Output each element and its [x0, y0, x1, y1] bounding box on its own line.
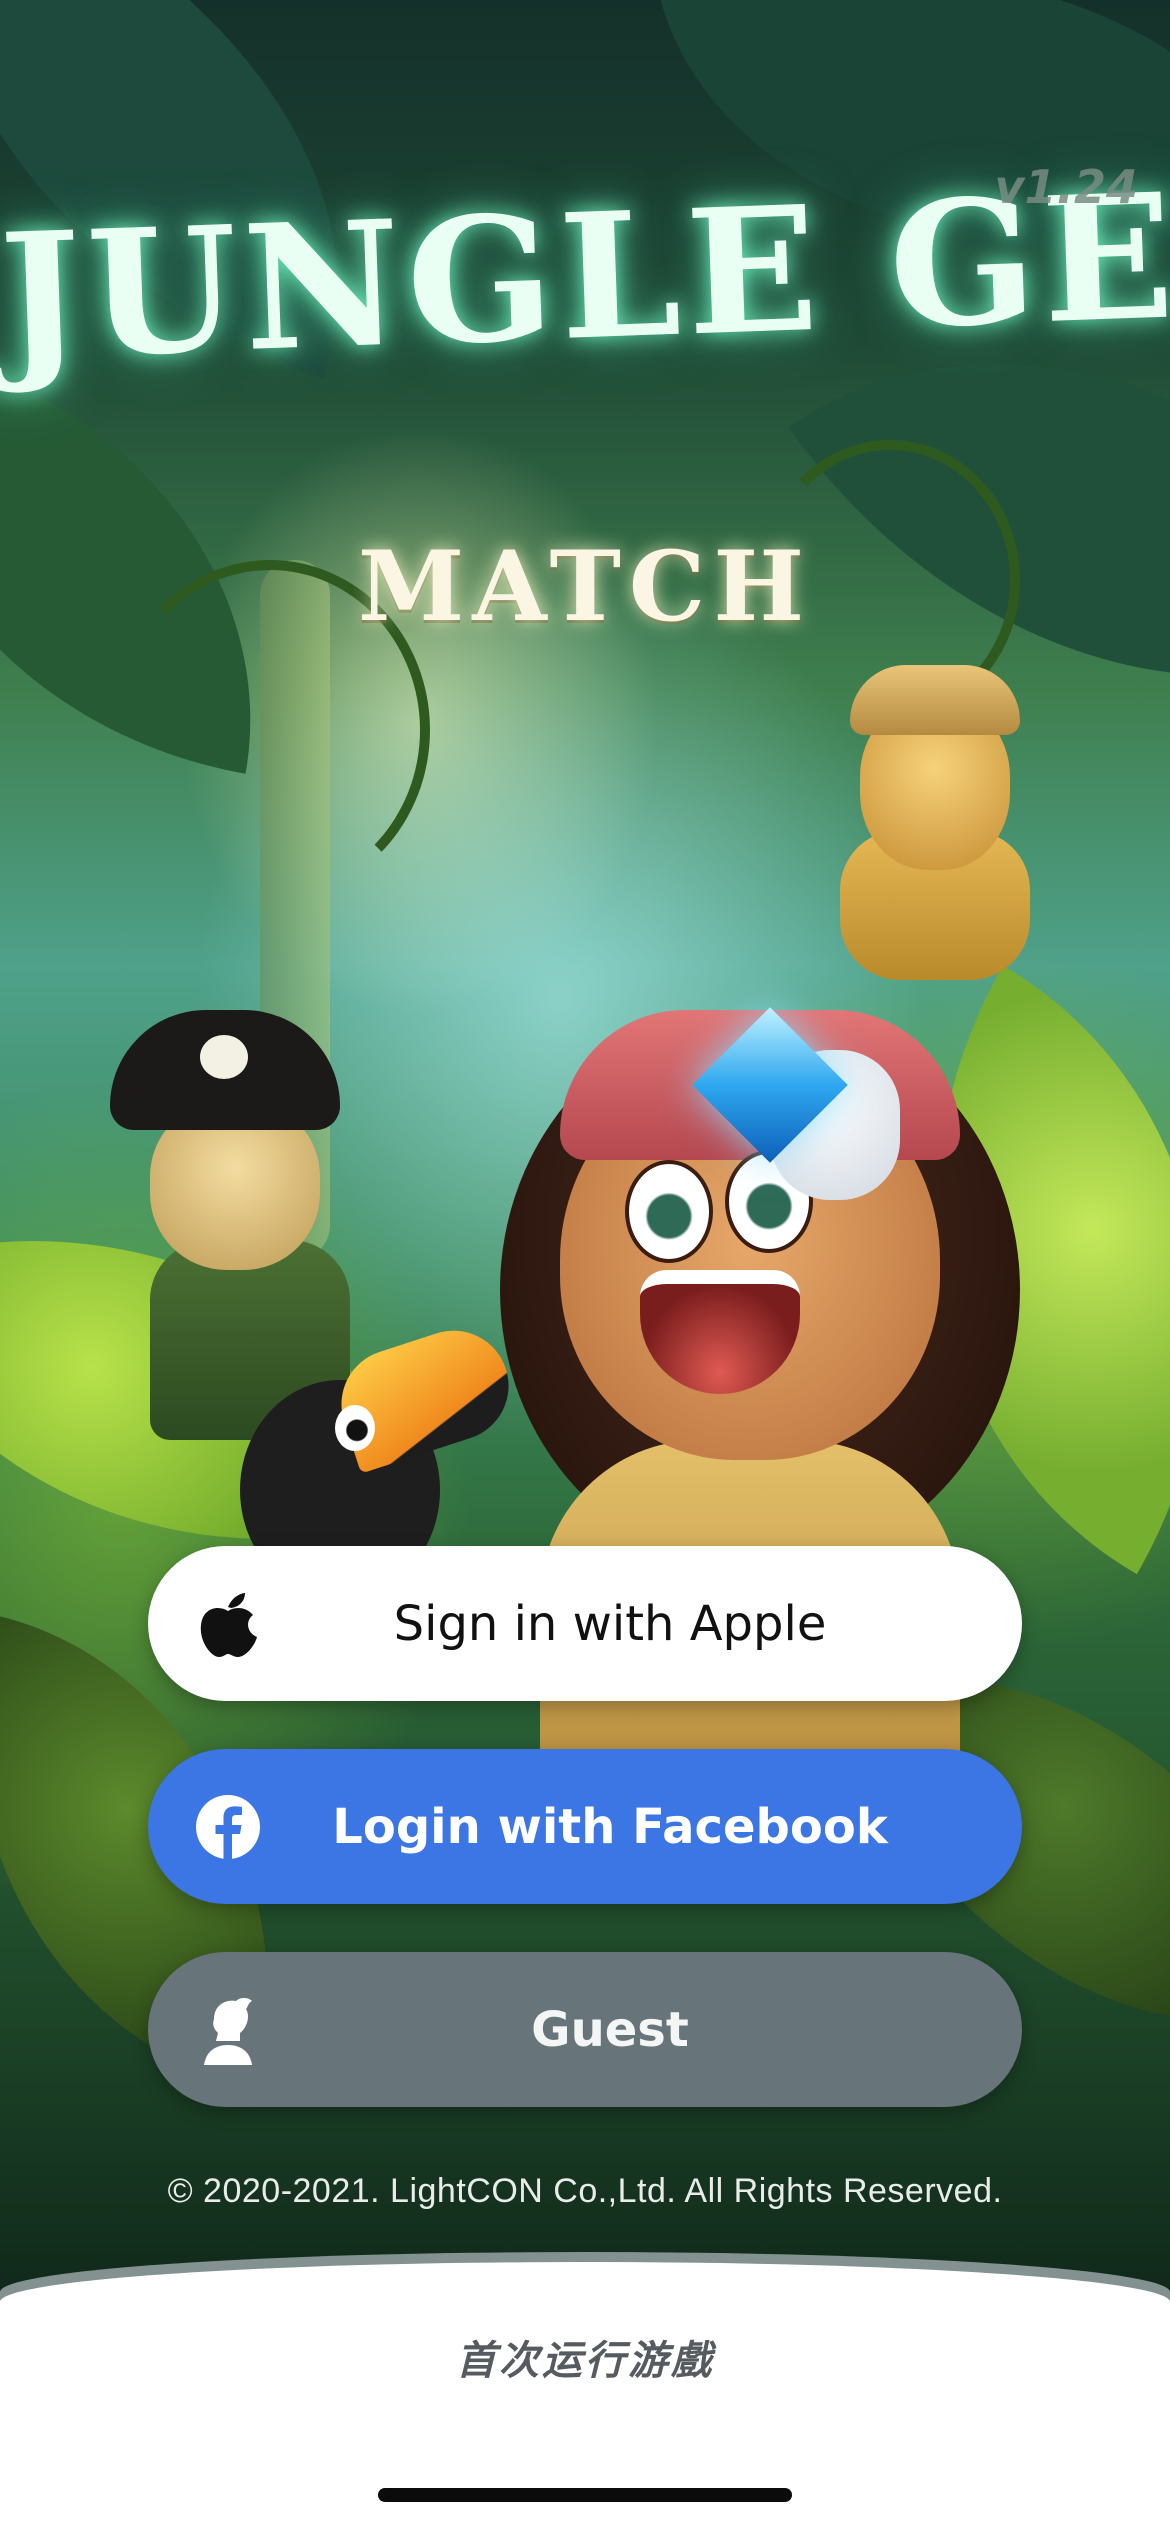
guest-login-button[interactable]: Guest — [148, 1952, 1022, 2107]
guest-silhouette-icon — [193, 1995, 263, 2065]
facebook-logo-icon — [193, 1792, 263, 1862]
explorer-character-hat — [850, 665, 1020, 735]
skull-icon — [200, 1035, 248, 1079]
login-with-facebook-button[interactable]: Login with Facebook — [148, 1749, 1022, 1904]
facebook-button-label: Login with Facebook — [332, 1798, 888, 1855]
guest-button-label: Guest — [531, 2001, 689, 2058]
apple-button-label: Sign in with Apple — [393, 1595, 827, 1652]
copyright-text: © 2020-2021. LightCON Co.,Ltd. All Right… — [167, 2172, 1003, 2210]
girl-character-eye — [625, 1160, 713, 1263]
home-indicator[interactable] — [378, 2488, 792, 2502]
game-logo-subtitle: MATCH — [357, 530, 813, 643]
first-run-status-text: 首次运行游戲 — [456, 2338, 714, 2384]
version-label: v1.24 — [994, 160, 1138, 214]
sign-in-with-apple-button[interactable]: Sign in with Apple — [148, 1546, 1022, 1701]
apple-logo-icon — [193, 1589, 263, 1659]
toucan-character-eye — [335, 1405, 375, 1451]
